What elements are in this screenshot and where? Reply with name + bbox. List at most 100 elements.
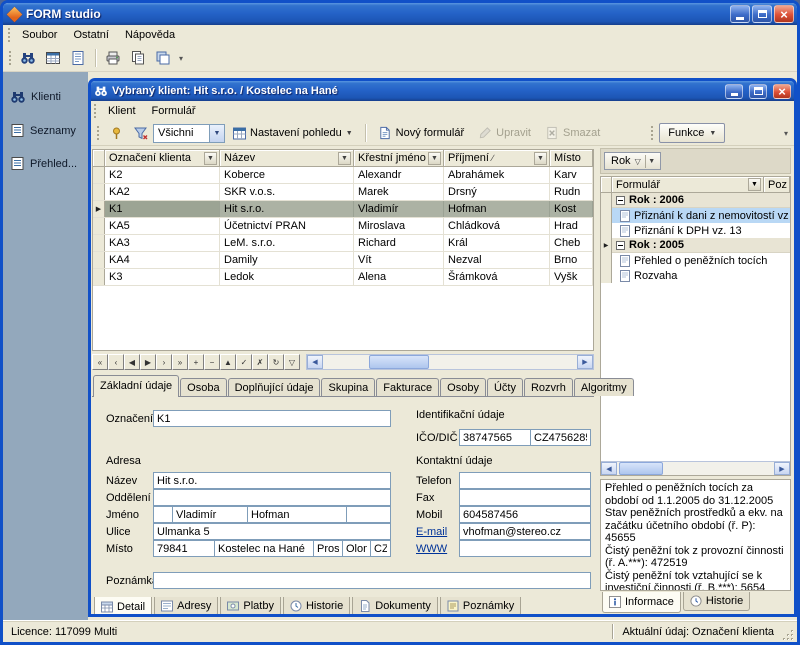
cell-misto[interactable]: Hrad [550,218,593,234]
lists-button[interactable] [41,47,65,69]
tab-ucty[interactable]: Účty [487,378,523,396]
forms-horizontal-scrollbar[interactable]: ◀ ▶ [601,461,790,475]
sidebar-item-seznamy[interactable]: Seznamy [3,120,88,141]
menu-formular[interactable]: Formulář [144,102,204,120]
menu-ostatni[interactable]: Ostatní [65,26,116,44]
cell-krestni[interactable]: Vít [354,252,444,268]
scroll-left-icon[interactable]: ◀ [307,355,323,369]
group-row-2005[interactable]: ▶ Rok : 2005 [601,238,790,253]
scroll-left-icon[interactable]: ◀ [601,462,617,475]
client-close-button[interactable]: × [773,84,791,99]
column-dropdown-icon[interactable]: ▼ [534,152,547,165]
tab-historie[interactable]: Historie [283,597,350,616]
tab-poznamky[interactable]: Poznámky [440,597,521,616]
client-titlebar[interactable]: Vybraný klient: Hit s.r.o. / Kostelec na… [91,81,794,101]
scrollbar-thumb[interactable] [619,462,663,475]
column-dropdown-icon[interactable]: ▼ [204,152,217,165]
cell-prijmeni[interactable]: Drsný [444,184,550,200]
column-header-prijmeni[interactable]: Příjmení∕▼ [444,150,550,167]
titul-za-input[interactable] [346,506,391,523]
column-dropdown-icon[interactable]: ▼ [748,178,761,191]
table-row[interactable]: K2 Koberce Alexandr Abrahámek Karv [93,167,593,184]
toolbar-overflow-icon[interactable]: ▾ [176,54,186,63]
nav-first-button[interactable]: « [92,354,108,370]
tab-historie-forms[interactable]: Historie [683,592,750,611]
cell-nazev[interactable]: Damily [220,252,354,268]
cell-prijmeni[interactable]: Nezval [444,252,550,268]
tab-informace[interactable]: Informace [602,592,681,613]
copy-button[interactable] [126,47,150,69]
tab-detail[interactable]: Detail [94,597,152,617]
prijmeni-input[interactable] [247,506,347,523]
table-row[interactable]: KA3 LeM. s.r.o. Richard Král Cheb [93,235,593,252]
telefon-input[interactable] [459,472,591,489]
poznamka-input[interactable] [153,572,591,589]
www-link-label[interactable]: WWW [416,543,447,555]
group-row-2006[interactable]: Rok : 2006 [601,193,790,208]
table-row[interactable]: KA2 SKR v.o.s. Marek Drsný Rudn [93,184,593,201]
ulice-input[interactable] [153,523,391,540]
menu-napoveda[interactable]: Nápověda [117,26,183,44]
column-header-misto[interactable]: Místo [550,150,593,167]
nav-next-button[interactable]: ▶ [140,354,156,370]
cell-krestni[interactable]: Miroslava [354,218,444,234]
nav-edit-button[interactable]: ▲ [220,354,236,370]
cell-prijmeni[interactable]: Král [444,235,550,251]
nav-filter-button[interactable]: ▽ [284,354,300,370]
menubar-grip[interactable] [94,104,96,118]
chevron-down-icon[interactable]: ▼ [209,125,224,142]
view-settings-button[interactable]: Nastavení pohledu ▼ [227,123,359,144]
tab-rozvrh[interactable]: Rozvrh [524,378,573,396]
cell-misto[interactable]: Vyšk [550,269,593,285]
edit-button[interactable]: Upravit [472,123,537,144]
filter-combobox[interactable]: Všichni ▼ [153,124,225,143]
toolbar-overflow-icon[interactable]: ▾ [781,129,791,138]
dic-input[interactable] [530,429,591,446]
tab-osoby[interactable]: Osoby [440,378,486,396]
cell-misto[interactable]: Cheb [550,235,593,251]
nav-post-button[interactable]: ✓ [236,354,252,370]
tab-doplnujici[interactable]: Doplňující údaje [228,378,321,396]
clear-filter-button[interactable] [129,123,151,143]
nazev-input[interactable] [153,472,391,489]
email-input[interactable] [459,523,591,540]
cell-oznaceni[interactable]: K3 [105,269,220,285]
oddeleni-input[interactable] [153,489,391,506]
column-header-oznaceni-klienta[interactable]: Označení klienta▼ [105,150,220,167]
cell-misto[interactable]: Rudn [550,184,593,200]
list-item[interactable]: Rozvaha [601,268,790,283]
cell-oznaceni[interactable]: K1 [105,201,220,217]
fax-input[interactable] [459,489,591,506]
tab-platby[interactable]: Platby [220,597,281,616]
cell-oznaceni[interactable]: K2 [105,167,220,183]
nav-delete-button[interactable]: − [204,354,220,370]
cell-oznaceni[interactable]: KA2 [105,184,220,200]
nav-next-page-button[interactable]: › [156,354,172,370]
toolbar-grip[interactable] [9,51,11,65]
column-dropdown-icon[interactable]: ▼ [645,155,658,168]
menu-soubor[interactable]: Soubor [14,26,65,44]
nav-cancel-button[interactable]: ✗ [252,354,268,370]
export-button[interactable] [151,47,175,69]
oznaceni-input[interactable] [153,410,391,427]
collapse-icon[interactable] [616,196,625,205]
kraj-input[interactable] [342,540,371,557]
column-header-krestni-jmeno[interactable]: Křestní jméno▼ [354,150,444,167]
nav-prior-page-button[interactable]: ‹ [108,354,124,370]
cell-krestni[interactable]: Alena [354,269,444,285]
maximize-button[interactable] [752,5,772,23]
cell-prijmeni[interactable]: Chládková [444,218,550,234]
new-form-button[interactable]: Nový formulář [372,123,470,144]
nav-last-button[interactable]: » [172,354,188,370]
ico-input[interactable] [459,429,531,446]
titul-input[interactable] [153,506,173,523]
table-row[interactable]: KA5 Účetnictví PRAN Miroslava Chládková … [93,218,593,235]
grid-horizontal-scrollbar[interactable]: ◀ ▶ [306,354,594,370]
scrollbar-track[interactable] [617,462,774,475]
sidebar-item-prehled[interactable]: Přehled... [3,153,88,174]
print-button[interactable] [101,47,125,69]
cell-nazev[interactable]: LeM. s.r.o. [220,235,354,251]
minimize-button[interactable] [730,5,750,23]
tab-adresy[interactable]: Adresy [154,597,218,616]
cell-krestni[interactable]: Alexandr [354,167,444,183]
